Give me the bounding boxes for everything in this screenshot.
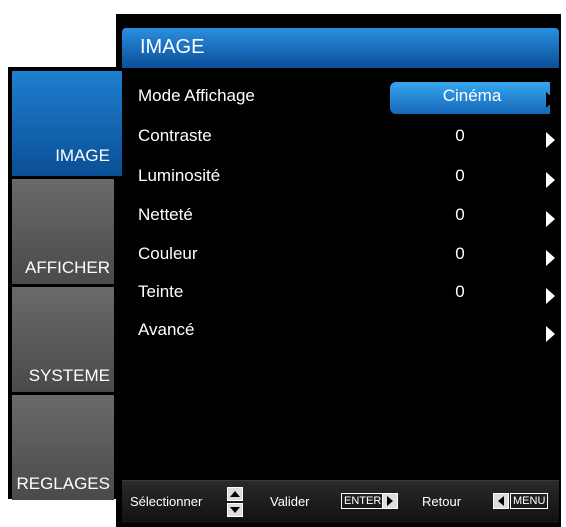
tab-reglages[interactable]: REGLAGES [12,395,114,500]
arrow-right-icon[interactable] [546,326,555,342]
arrow-right-icon[interactable] [546,288,555,304]
setting-row-nettete[interactable]: Netteté 0 [122,199,559,235]
tab-afficher[interactable]: AFFICHER [12,179,114,284]
setting-value: Cinéma [442,86,502,105]
setting-label: Avancé [138,320,195,339]
setting-value: 0 [455,166,465,185]
menu-key-badge: MENU [510,493,549,509]
panel-title: IMAGE [140,36,205,58]
panel-titlebar: IMAGE [122,28,559,68]
setting-row-couleur[interactable]: Couleur 0 [122,238,559,274]
menu-tabs: IMAGE AFFICHER SYSTEME REGLAGES [8,67,122,500]
setting-value: 0 [455,282,465,301]
setting-row-teinte[interactable]: Teinte 0 [122,276,559,312]
settings-list: Mode Affichage Cinéma Contraste 0 Lumino… [122,68,559,478]
setting-label: Contraste [138,126,212,145]
setting-value: 0 [455,244,465,263]
arrow-right-icon[interactable] [546,211,555,227]
arrow-right-icon[interactable] [546,250,555,266]
select-hint-label: Sélectionner [130,494,203,509]
setting-value: 0 [455,205,465,224]
setting-row-mode-affichage[interactable]: Mode Affichage Cinéma [122,80,559,116]
back-hint-label: Retour [422,494,462,509]
setting-label: Mode Affichage [138,86,255,105]
osd-panel: IMAGE Mode Affichage Cinéma Contraste 0 … [116,14,561,527]
validate-hint-label: Valider [270,494,310,509]
setting-row-luminosite[interactable]: Luminosité 0 [122,160,559,196]
up-down-icon [227,487,243,517]
tab-reglages-label: REGLAGES [16,474,110,493]
back-arrow-icon [493,493,509,509]
setting-label: Couleur [138,244,198,263]
tab-systeme[interactable]: SYSTEME [12,287,114,392]
tab-image-label: IMAGE [55,146,110,165]
arrow-right-icon[interactable] [546,132,555,148]
footer-hint-bar: Sélectionner Valider ENTER Retour MENU [122,480,559,523]
enter-key-badge: ENTER [341,493,385,509]
tab-afficher-label: AFFICHER [25,258,110,277]
setting-label: Netteté [138,205,193,224]
tab-image[interactable]: IMAGE [12,71,122,176]
arrow-right-icon[interactable] [546,92,555,108]
setting-label: Luminosité [138,166,221,185]
setting-value: 0 [455,126,465,145]
setting-row-contraste[interactable]: Contraste 0 [122,120,559,156]
arrow-right-icon[interactable] [546,172,555,188]
tab-systeme-label: SYSTEME [28,366,110,385]
setting-row-avance[interactable]: Avancé [122,314,559,350]
enter-arrow-icon [382,493,398,509]
setting-label: Teinte [138,282,184,301]
